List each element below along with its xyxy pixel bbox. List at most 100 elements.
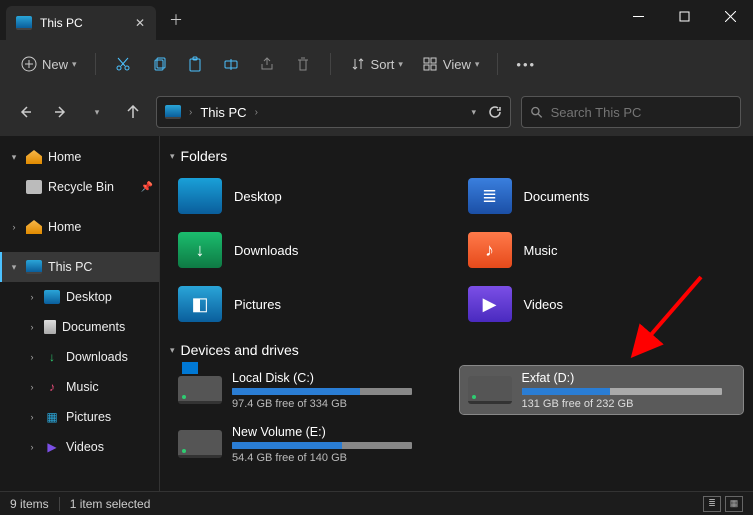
- drive-usage-bar: [232, 388, 412, 395]
- chevron-down-icon: ▾: [95, 107, 100, 118]
- desktop-icon: [178, 178, 222, 214]
- folder-downloads[interactable]: ↓Downloads: [170, 226, 454, 274]
- sidebar-item-videos[interactable]: ›▶Videos: [0, 432, 159, 462]
- drive-item[interactable]: Local Disk (C:) 97.4 GB free of 334 GB: [170, 366, 454, 414]
- sort-button[interactable]: Sort ▾: [343, 48, 409, 80]
- recycle-bin-icon: [26, 180, 42, 194]
- chevron-down-icon: ▾: [170, 345, 175, 356]
- breadcrumb-item[interactable]: This PC: [200, 105, 246, 120]
- sidebar-item-this-pc[interactable]: ▾This PC: [0, 252, 159, 282]
- rename-icon: [222, 55, 240, 73]
- separator: [330, 53, 331, 75]
- forward-button[interactable]: [48, 99, 74, 125]
- drive-item[interactable]: New Volume (E:)54.4 GB free of 140 GB: [170, 420, 454, 468]
- sidebar-item-pictures[interactable]: ›▦Pictures: [0, 402, 159, 432]
- chevron-down-icon: ▾: [475, 59, 480, 70]
- new-button[interactable]: New ▾: [14, 48, 83, 80]
- recent-dropdown[interactable]: ▾: [84, 99, 110, 125]
- group-header-drives[interactable]: ▾Devices and drives: [170, 342, 743, 358]
- toolbar: New ▾ Sort ▾ View ▾ •••: [0, 40, 753, 88]
- maximize-button[interactable]: [661, 0, 707, 32]
- chevron-right-icon: ›: [26, 322, 38, 332]
- share-icon: [258, 55, 276, 73]
- drive-usage-bar: [522, 388, 722, 395]
- back-button[interactable]: [12, 99, 38, 125]
- search-box[interactable]: [521, 96, 741, 128]
- window-controls: [615, 0, 753, 32]
- cut-button[interactable]: [108, 48, 138, 80]
- sidebar-item-downloads[interactable]: ›↓Downloads: [0, 342, 159, 372]
- folder-desktop[interactable]: Desktop: [170, 172, 454, 220]
- sidebar-item-desktop[interactable]: ›Desktop: [0, 282, 159, 312]
- rename-button[interactable]: [216, 48, 246, 80]
- refresh-button[interactable]: [488, 105, 502, 119]
- pin-icon: 📌: [141, 182, 153, 193]
- separator: [59, 497, 60, 511]
- chevron-right-icon: ›: [26, 442, 38, 452]
- chevron-down-icon: ▾: [170, 151, 175, 162]
- folder-videos[interactable]: ▶Videos: [460, 280, 744, 328]
- drive-free-text: 97.4 GB free of 334 GB: [232, 398, 446, 410]
- content-pane[interactable]: ▾Folders Desktop ≣Documents ↓Downloads ♪…: [160, 136, 753, 491]
- drive-item[interactable]: Exfat (D:) 131 GB free of 232 GB: [460, 366, 744, 414]
- drive-name: New Volume (E:): [232, 425, 446, 439]
- drive-name: Local Disk (C:): [232, 371, 446, 385]
- pictures-icon: ◧: [178, 286, 222, 322]
- chevron-right-icon: ›: [26, 382, 38, 392]
- folders-grid: Desktop ≣Documents ↓Downloads ♪Music ◧Pi…: [170, 172, 743, 328]
- address-bar[interactable]: › This PC › ▾: [156, 96, 511, 128]
- music-icon: ♪: [44, 380, 60, 394]
- tab-this-pc[interactable]: This PC ✕: [6, 6, 156, 40]
- pc-icon: [26, 260, 42, 274]
- search-input[interactable]: [551, 105, 732, 120]
- chevron-right-icon: ›: [26, 412, 38, 422]
- drive-name: Exfat (D:): [522, 371, 736, 385]
- videos-icon: ▶: [468, 286, 512, 322]
- folder-music[interactable]: ♪Music: [460, 226, 744, 274]
- sidebar-item-home[interactable]: ▾Home: [0, 142, 159, 172]
- sidebar-item-home-2[interactable]: ›Home: [0, 212, 159, 242]
- sidebar-item-music[interactable]: ›♪Music: [0, 372, 159, 402]
- drive-icon: [178, 430, 222, 458]
- view-icon: [421, 55, 439, 73]
- nav-row: ▾ › This PC › ▾: [0, 88, 753, 136]
- sidebar: ▾Home Recycle Bin📌 ›Home ▾This PC ›Deskt…: [0, 136, 160, 491]
- chevron-down-icon: ▾: [8, 262, 20, 273]
- drive-free-text: 131 GB free of 232 GB: [522, 398, 736, 410]
- new-tab-button[interactable]: ＋: [162, 6, 190, 34]
- share-button[interactable]: [252, 48, 282, 80]
- copy-button[interactable]: [144, 48, 174, 80]
- more-button[interactable]: •••: [510, 48, 542, 80]
- view-toggles: ≣ ▦: [703, 496, 743, 512]
- folder-pictures[interactable]: ◧Pictures: [170, 280, 454, 328]
- drive-icon: [468, 376, 512, 404]
- music-icon: ♪: [468, 232, 512, 268]
- documents-icon: ≣: [468, 178, 512, 214]
- sidebar-item-recycle-bin[interactable]: Recycle Bin📌: [0, 172, 159, 202]
- chevron-right-icon[interactable]: ›: [255, 107, 258, 118]
- details-view-toggle[interactable]: ≣: [703, 496, 721, 512]
- status-item-count: 9 items: [10, 497, 49, 511]
- delete-button[interactable]: [288, 48, 318, 80]
- chevron-right-icon: ›: [26, 352, 38, 362]
- sort-icon: [349, 55, 367, 73]
- downloads-icon: ↓: [44, 350, 60, 364]
- sidebar-item-documents[interactable]: ›Documents: [0, 312, 159, 342]
- folder-documents[interactable]: ≣Documents: [460, 172, 744, 220]
- view-button[interactable]: View ▾: [415, 48, 485, 80]
- drive-icon: [178, 376, 222, 404]
- chevron-down-icon[interactable]: ▾: [471, 107, 476, 118]
- chevron-down-icon: ▾: [8, 152, 20, 163]
- minimize-button[interactable]: [615, 0, 661, 32]
- chevron-right-icon: ›: [8, 222, 20, 232]
- paste-button[interactable]: [180, 48, 210, 80]
- close-tab-icon[interactable]: ✕: [134, 17, 146, 29]
- close-window-button[interactable]: [707, 0, 753, 32]
- up-button[interactable]: [120, 99, 146, 125]
- chevron-right-icon[interactable]: ›: [189, 107, 192, 118]
- status-selection-count: 1 item selected: [70, 497, 151, 511]
- tiles-view-toggle[interactable]: ▦: [725, 496, 743, 512]
- tab-title: This PC: [40, 16, 126, 30]
- main-area: ▾Home Recycle Bin📌 ›Home ▾This PC ›Deskt…: [0, 136, 753, 491]
- group-header-folders[interactable]: ▾Folders: [170, 148, 743, 164]
